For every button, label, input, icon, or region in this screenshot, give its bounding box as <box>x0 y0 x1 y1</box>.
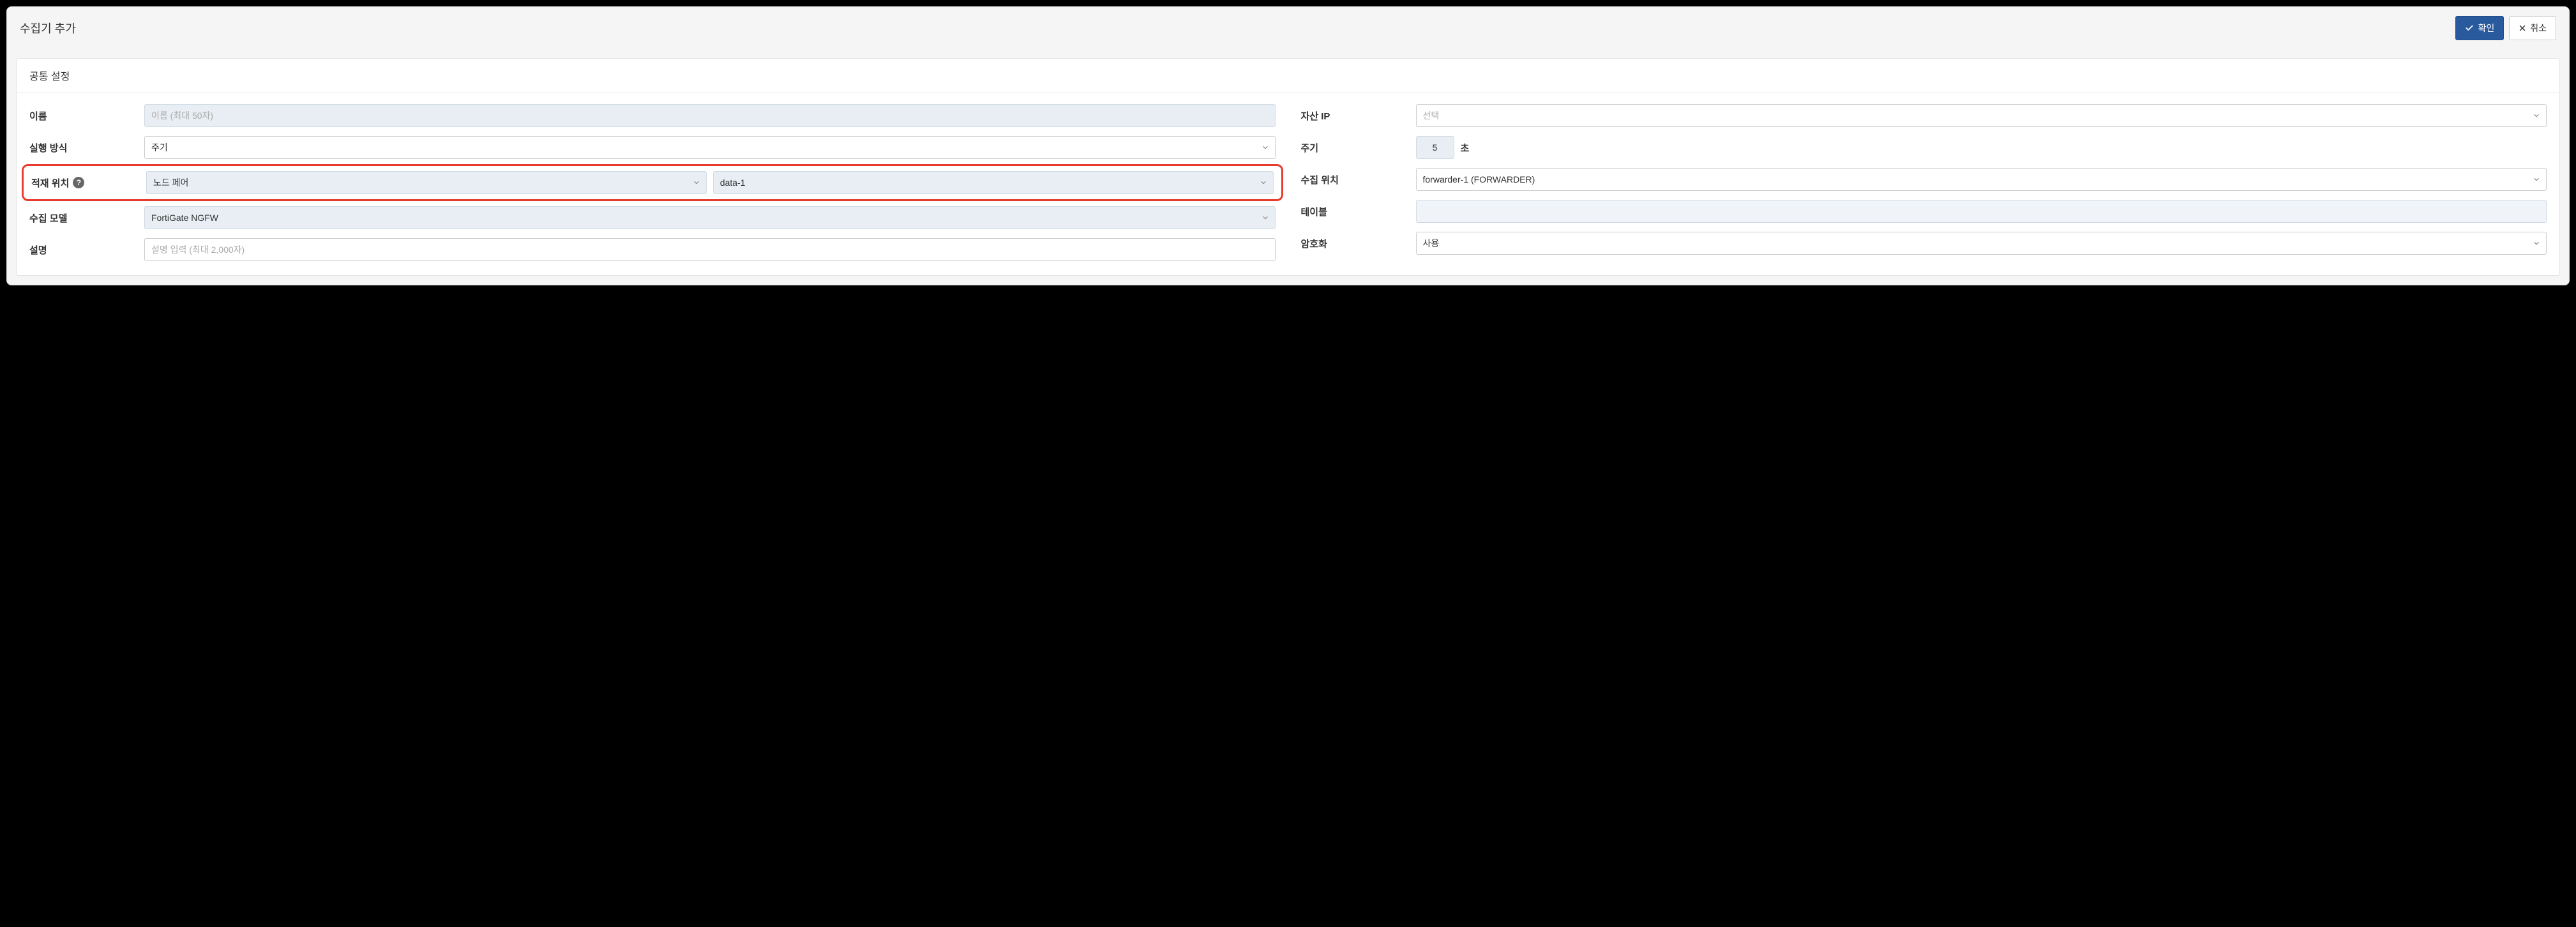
check-icon <box>2465 24 2474 33</box>
panel-title: 공통 설정 <box>17 59 2559 93</box>
table-input[interactable] <box>1416 200 2547 223</box>
chevron-down-icon <box>2533 112 2540 119</box>
collect-location-value: forwarder-1 (FORWARDER) <box>1423 174 2534 185</box>
collect-model-select[interactable]: FortiGate NGFW <box>144 206 1276 229</box>
chevron-down-icon <box>1262 144 1269 151</box>
cancel-button[interactable]: 취소 <box>2509 16 2556 40</box>
row-period: 주기 초 <box>1301 136 2547 159</box>
modal-header: 수집기 추가 확인 취소 <box>7 7 2569 49</box>
row-collect-location: 수집 위치 forwarder-1 (FORWARDER) <box>1301 168 2547 191</box>
close-icon <box>2519 24 2526 32</box>
chevron-down-icon <box>1260 179 1267 186</box>
chevron-down-icon <box>2533 176 2540 183</box>
row-desc: 설명 <box>29 238 1276 261</box>
label-name: 이름 <box>29 109 144 123</box>
highlighted-load-location: 적재 위치 ? 노드 페어 data-1 <box>22 164 1283 201</box>
row-name: 이름 <box>29 104 1276 127</box>
collect-location-select[interactable]: forwarder-1 (FORWARDER) <box>1416 168 2547 191</box>
label-encrypt: 암호화 <box>1301 237 1416 250</box>
help-icon[interactable]: ? <box>73 177 84 188</box>
name-input[interactable] <box>144 104 1276 127</box>
header-buttons: 확인 취소 <box>2455 16 2556 40</box>
form-columns: 이름 실행 방식 주기 <box>29 104 2547 261</box>
row-asset-ip: 자산 IP 선택 <box>1301 104 2547 127</box>
label-collect-location: 수집 위치 <box>1301 173 1416 186</box>
label-asset-ip: 자산 IP <box>1301 109 1416 123</box>
encrypt-select[interactable]: 사용 <box>1416 232 2547 255</box>
modal-title: 수집기 추가 <box>20 20 76 36</box>
label-exec-mode: 실행 방식 <box>29 141 144 154</box>
load-location-target-value: data-1 <box>720 177 1260 188</box>
period-unit: 초 <box>1461 141 1470 154</box>
right-column: 자산 IP 선택 주기 초 <box>1301 104 2547 261</box>
confirm-label: 확인 <box>2478 22 2494 34</box>
row-table: 테이블 <box>1301 200 2547 223</box>
left-column: 이름 실행 방식 주기 <box>29 104 1276 261</box>
asset-ip-select[interactable]: 선택 <box>1416 104 2547 127</box>
cancel-label: 취소 <box>2530 22 2547 34</box>
period-input[interactable] <box>1416 136 1454 159</box>
chevron-down-icon <box>693 179 700 186</box>
encrypt-value: 사용 <box>1423 237 2534 250</box>
panel-body: 이름 실행 방식 주기 <box>17 93 2559 275</box>
row-exec-mode: 실행 방식 주기 <box>29 136 1276 159</box>
label-load-location-text: 적재 위치 <box>31 176 69 190</box>
label-load-location: 적재 위치 ? <box>31 176 146 190</box>
load-location-type-value: 노드 페어 <box>153 176 693 189</box>
row-encrypt: 암호화 사용 <box>1301 232 2547 255</box>
chevron-down-icon <box>1262 215 1269 221</box>
asset-ip-placeholder: 선택 <box>1423 109 2534 122</box>
exec-mode-select[interactable]: 주기 <box>144 136 1276 159</box>
label-period: 주기 <box>1301 141 1416 154</box>
load-location-type-select[interactable]: 노드 페어 <box>146 171 707 194</box>
add-collector-modal: 수집기 추가 확인 취소 공통 설정 이름 <box>6 6 2570 285</box>
exec-mode-value: 주기 <box>151 141 1262 154</box>
label-table: 테이블 <box>1301 205 1416 218</box>
common-settings-panel: 공통 설정 이름 실행 방식 주기 <box>16 58 2560 276</box>
confirm-button[interactable]: 확인 <box>2455 16 2504 40</box>
row-load-location: 적재 위치 ? 노드 페어 data-1 <box>31 171 1274 194</box>
label-collect-model: 수집 모델 <box>29 211 144 225</box>
load-location-target-select[interactable]: data-1 <box>713 171 1274 194</box>
label-desc: 설명 <box>29 243 144 257</box>
row-collect-model: 수집 모델 FortiGate NGFW <box>29 206 1276 229</box>
chevron-down-icon <box>2533 240 2540 246</box>
desc-input[interactable] <box>144 238 1276 261</box>
collect-model-value: FortiGate NGFW <box>151 213 1262 223</box>
